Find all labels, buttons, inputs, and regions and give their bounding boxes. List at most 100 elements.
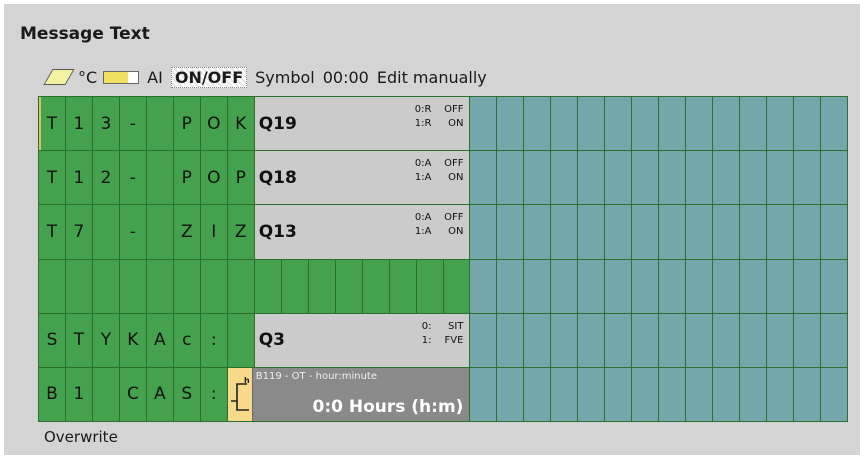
empty-cell[interactable] — [632, 313, 659, 367]
output-block-q19[interactable]: Q19 0:R OFF 1:R ON — [254, 97, 470, 151]
ai-button[interactable]: AI — [147, 68, 163, 87]
char-cell[interactable]: T — [39, 151, 65, 205]
empty-cell[interactable] — [551, 205, 578, 259]
empty-cell[interactable] — [578, 313, 605, 367]
empty-cell[interactable] — [686, 205, 713, 259]
char-cell[interactable] — [200, 259, 227, 313]
empty-cell[interactable] — [578, 367, 605, 421]
empty-cell[interactable] — [794, 259, 821, 313]
empty-cell[interactable] — [632, 367, 659, 421]
char-cell[interactable]: K — [227, 97, 254, 151]
empty-cell[interactable] — [821, 205, 847, 259]
empty-cell[interactable] — [578, 205, 605, 259]
char-cell[interactable]: - — [119, 205, 146, 259]
char-cell[interactable]: - — [119, 151, 146, 205]
char-cell[interactable]: O — [200, 151, 227, 205]
char-cell[interactable] — [146, 259, 173, 313]
empty-cell[interactable] — [524, 205, 551, 259]
output-block-q18[interactable]: Q18 0:A OFF 1:A ON — [254, 151, 470, 205]
char-cell[interactable]: P — [227, 151, 254, 205]
char-cell[interactable]: 3 — [92, 97, 119, 151]
char-cell[interactable] — [146, 205, 173, 259]
eraser-button[interactable] — [43, 69, 75, 85]
char-cell[interactable] — [92, 367, 119, 421]
char-cell[interactable] — [173, 259, 200, 313]
empty-cell[interactable] — [713, 205, 740, 259]
char-cell[interactable]: - — [119, 97, 146, 151]
empty-cell[interactable] — [740, 205, 767, 259]
empty-cell[interactable] — [605, 205, 632, 259]
empty-cell[interactable] — [362, 259, 389, 313]
empty-cell[interactable] — [578, 151, 605, 205]
empty-cell[interactable] — [740, 151, 767, 205]
output-block-q3[interactable]: Q3 0: SIT 1: FVE — [254, 313, 470, 367]
empty-cell[interactable] — [767, 367, 794, 421]
empty-cell[interactable] — [659, 259, 686, 313]
empty-cell[interactable] — [659, 151, 686, 205]
empty-cell[interactable] — [686, 259, 713, 313]
empty-cell[interactable] — [794, 367, 821, 421]
empty-cell[interactable] — [470, 151, 497, 205]
time-button[interactable]: 00:00 — [323, 68, 369, 87]
empty-cell[interactable] — [497, 259, 524, 313]
empty-cell[interactable] — [767, 151, 794, 205]
char-cell[interactable]: T — [39, 97, 65, 151]
char-cell[interactable]: 7 — [65, 205, 92, 259]
char-cell[interactable] — [92, 205, 119, 259]
char-cell[interactable] — [146, 151, 173, 205]
symbol-button[interactable]: Symbol — [255, 68, 315, 87]
char-cell[interactable]: 1 — [65, 367, 92, 421]
empty-cell[interactable] — [713, 313, 740, 367]
empty-cell[interactable] — [281, 259, 308, 313]
empty-cell[interactable] — [470, 97, 497, 151]
empty-cell[interactable] — [443, 259, 470, 313]
empty-cell[interactable] — [740, 313, 767, 367]
empty-cell[interactable] — [632, 205, 659, 259]
char-cell[interactable] — [227, 259, 254, 313]
empty-cell[interactable] — [497, 205, 524, 259]
char-cell[interactable] — [92, 259, 119, 313]
empty-cell[interactable] — [794, 205, 821, 259]
char-cell[interactable]: : — [200, 313, 227, 367]
empty-cell[interactable] — [821, 259, 847, 313]
output-block-q13[interactable]: Q13 0:A OFF 1:A ON — [254, 205, 470, 259]
empty-cell[interactable] — [578, 259, 605, 313]
char-cell[interactable]: C — [119, 367, 146, 421]
empty-cell[interactable] — [821, 313, 847, 367]
char-cell[interactable]: 1 — [65, 97, 92, 151]
empty-cell[interactable] — [767, 313, 794, 367]
empty-cell[interactable] — [605, 313, 632, 367]
empty-cell[interactable] — [767, 259, 794, 313]
char-cell[interactable]: O — [200, 97, 227, 151]
char-cell[interactable]: : — [200, 367, 227, 421]
empty-cell[interactable] — [470, 367, 497, 421]
empty-cell[interactable] — [524, 151, 551, 205]
empty-cell[interactable] — [794, 97, 821, 151]
empty-cell[interactable] — [713, 367, 740, 421]
empty-cell[interactable] — [821, 151, 847, 205]
empty-cell[interactable] — [551, 367, 578, 421]
char-cell[interactable]: K — [119, 313, 146, 367]
empty-cell[interactable] — [686, 97, 713, 151]
empty-cell[interactable] — [794, 151, 821, 205]
onoff-button[interactable]: ON/OFF — [170, 66, 248, 88]
empty-cell[interactable] — [470, 313, 497, 367]
empty-cell[interactable] — [497, 97, 524, 151]
char-cell[interactable]: P — [173, 97, 200, 151]
char-cell[interactable] — [227, 313, 254, 367]
empty-cell[interactable] — [524, 97, 551, 151]
edit-manually-button[interactable]: Edit manually — [377, 68, 487, 87]
char-cell[interactable]: P — [173, 151, 200, 205]
empty-cell[interactable] — [254, 259, 281, 313]
empty-cell[interactable] — [605, 97, 632, 151]
char-cell[interactable]: I — [200, 205, 227, 259]
char-cell[interactable]: 2 — [92, 151, 119, 205]
empty-cell[interactable] — [659, 97, 686, 151]
char-cell[interactable]: T — [65, 313, 92, 367]
empty-cell[interactable] — [308, 259, 335, 313]
empty-cell[interactable] — [659, 205, 686, 259]
char-cell[interactable] — [146, 97, 173, 151]
char-cell[interactable] — [65, 259, 92, 313]
empty-cell[interactable] — [389, 259, 416, 313]
empty-cell[interactable] — [470, 259, 497, 313]
